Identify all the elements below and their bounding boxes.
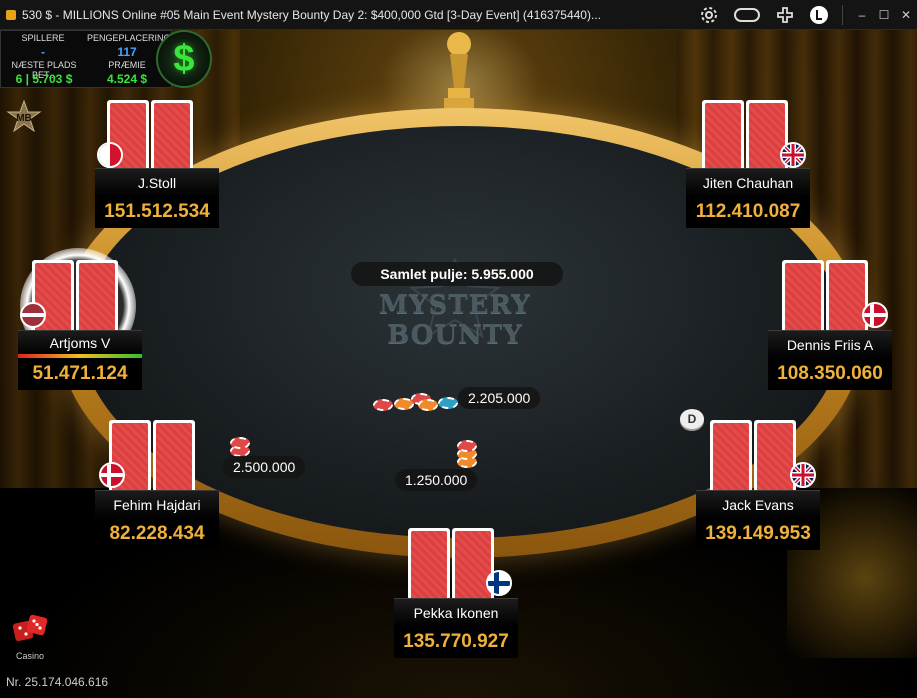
title-bar: 530 $ - MILLIONS Online #05 Main Event M… [0, 0, 917, 30]
tournament-info-panel[interactable]: SPILLERE - PENGEPLACERING 117 NÆSTE PLAD… [0, 30, 172, 88]
card-back [782, 260, 824, 332]
uk-flag-icon [790, 462, 816, 488]
prize-label: PRÆMIE [108, 60, 146, 70]
card-back [153, 420, 195, 492]
player-stack: 135.770.927 [394, 626, 518, 658]
mb-badge-label: MB [16, 112, 32, 124]
add-table-icon[interactable] [772, 2, 798, 28]
close-icon[interactable]: ✕ [895, 2, 917, 28]
fehim-bet: 2.500.000 [223, 456, 306, 478]
malta-flag-icon [97, 142, 123, 168]
hole-cards [32, 260, 128, 332]
player-name: Pekka Ikonen [394, 598, 518, 627]
money-position-label: PENGEPLACERING [87, 33, 171, 43]
hand-number: Nr. 25.174.046.616 [6, 675, 109, 689]
app-icon [6, 9, 16, 20]
seat-dennis-friis-a[interactable]: Dennis Friis A 108.350.060 [768, 260, 892, 390]
card-back [408, 528, 450, 600]
chip [230, 437, 250, 449]
lobby-icon[interactable] [806, 2, 832, 28]
prize-value: 4.524 $ [106, 72, 148, 86]
denmark-flag-icon [862, 302, 888, 328]
player-stack: 139.149.953 [696, 518, 820, 550]
denmark-flag-icon [99, 462, 125, 488]
player-name: J.Stoll [95, 168, 219, 197]
card-back [76, 260, 118, 332]
total-pot: Samlet pulje: 5.955.000 [351, 262, 563, 286]
player-name: Artjoms V [18, 330, 142, 355]
gear-icon[interactable] [696, 2, 722, 28]
mb-badge-icon[interactable]: MB [6, 100, 42, 136]
chip [418, 399, 438, 411]
seat-j-stoll[interactable]: J.Stoll 151.512.534 [95, 100, 219, 228]
player-name: Fehim Hajdari [95, 490, 219, 519]
seat-artjoms-v[interactable]: Artjoms V 51.471.124 [18, 248, 142, 390]
player-name: Dennis Friis A [768, 330, 892, 359]
center-bet: 2.205.000 [458, 387, 541, 409]
chip [457, 440, 477, 452]
dice-icon [12, 614, 48, 642]
card-back [702, 100, 744, 172]
player-stack: 82.228.434 [95, 518, 219, 550]
uk-flag-icon [780, 142, 806, 168]
card-back [754, 420, 796, 492]
players-value: - [41, 45, 45, 59]
titlebar-controls: – ☐ ✕ [688, 0, 917, 29]
chip [373, 399, 393, 411]
card-back [151, 100, 193, 172]
player-name: Jack Evans [696, 490, 820, 519]
casino-label: Casino [15, 651, 44, 661]
seat-fehim-hajdari[interactable]: Fehim Hajdari 82.228.434 [95, 420, 219, 550]
mystery-bounty-text: MYSTERY BOUNTY [379, 290, 531, 350]
player-stack: 51.471.124 [18, 358, 142, 390]
players-label: SPILLERE [21, 33, 65, 43]
pekka-bet: 1.250.000 [395, 469, 478, 491]
card-back [710, 420, 752, 492]
titlebar-divider [842, 4, 843, 25]
casino-button[interactable]: Casino [8, 612, 52, 661]
chat-toggle-icon[interactable] [730, 2, 764, 28]
seat-jack-evans[interactable]: Jack Evans 139.149.953 [696, 420, 820, 550]
maximize-icon[interactable]: ☐ [873, 2, 895, 28]
seat-pekka-ikonen[interactable]: Pekka Ikonen 135.770.927 [394, 528, 518, 658]
seat-jiten-chauhan[interactable]: Jiten Chauhan 112.410.087 [686, 100, 810, 228]
player-stack: 108.350.060 [768, 358, 892, 390]
finland-flag-icon [486, 570, 512, 596]
minimize-icon[interactable]: – [851, 2, 873, 28]
card-back [826, 260, 868, 332]
player-stack: 112.410.087 [686, 196, 810, 228]
player-name: Jiten Chauhan [686, 168, 810, 197]
window-title: 530 $ - MILLIONS Online #05 Main Event M… [22, 7, 601, 22]
latvia-flag-icon [20, 302, 46, 328]
chip [438, 397, 458, 409]
next-place-value: 6 | 5.703 $ [15, 72, 73, 86]
money-position-value: 117 [117, 45, 137, 59]
dollar-icon[interactable]: $ [156, 30, 212, 88]
player-stack: 151.512.534 [95, 196, 219, 228]
